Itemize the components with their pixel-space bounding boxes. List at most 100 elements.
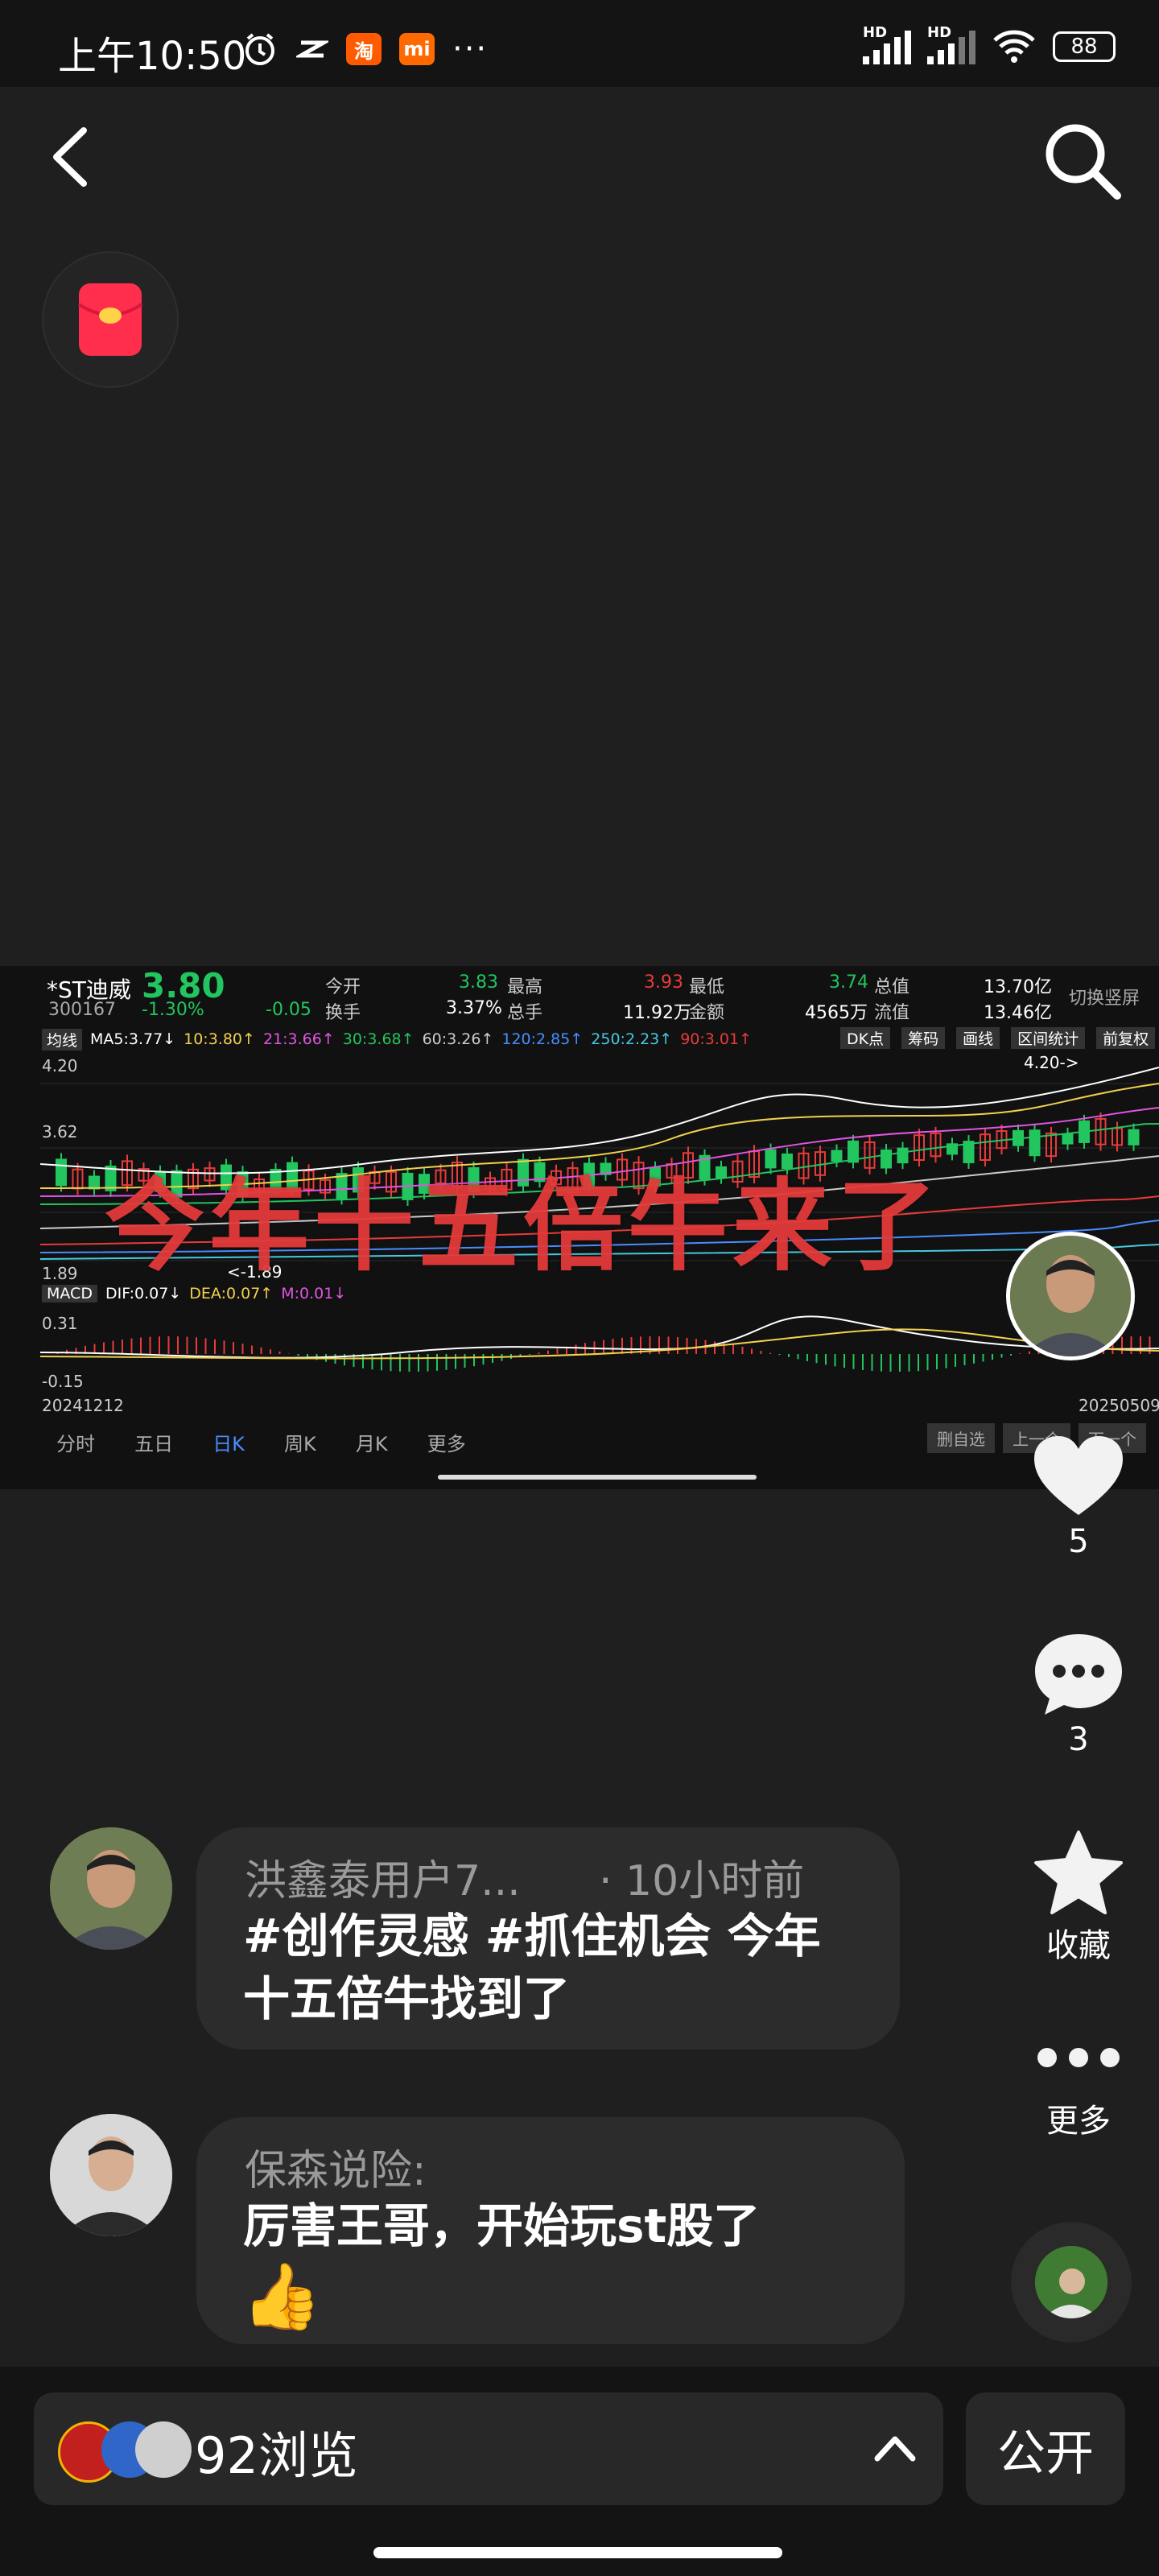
xiaomi-badge: mi <box>399 33 435 65</box>
thumbs-up-icon: 👍 <box>241 2259 322 2334</box>
more-dots-icon <box>1037 2048 1120 2067</box>
music-disc[interactable] <box>1011 2222 1132 2343</box>
ma90: 90:3.01↑ <box>680 1030 752 1048</box>
tab-intraday: 分时 <box>56 1433 95 1455</box>
open-value: 3.83 <box>459 972 498 993</box>
like-count: 5 <box>1068 1523 1089 1560</box>
ma250: 250:2.23↑ <box>591 1030 673 1048</box>
favorite-button[interactable]: 收藏 <box>1014 1829 1143 1966</box>
video-progress-bar <box>438 1475 757 1480</box>
ma60: 60:3.26↑ <box>422 1030 494 1048</box>
comment-avatar-2[interactable] <box>50 2114 172 2236</box>
mail-icon <box>296 40 328 58</box>
ma120: 120:2.85↑ <box>501 1030 584 1048</box>
total-value-label: 总值 <box>874 977 910 997</box>
tool-draw: 画线 <box>956 1027 1000 1049</box>
ma10: 10:3.80↑ <box>184 1030 255 1048</box>
high-label: 最高 <box>507 977 543 997</box>
battery-indicator: 88 <box>1053 31 1116 62</box>
amount-label: 金额 <box>689 1003 725 1023</box>
taobao-badge: 淘 <box>346 33 382 65</box>
total-value: 13.70亿 <box>984 977 1052 997</box>
comment-icon <box>1035 1634 1122 1715</box>
stock-code: 300167 <box>48 1000 116 1020</box>
float-label: 流值 <box>874 1003 910 1023</box>
axis-top: 4.20 <box>42 1056 78 1075</box>
viewer-avatar-3 <box>135 2421 192 2478</box>
turnover-value: 3.37% <box>446 998 502 1018</box>
status-bar: 上午10:50 淘 mi ··· HD HD 88 <box>0 0 1159 87</box>
comment-bubble-1[interactable]: 洪鑫泰用户7... · 10小时前 #创作灵感 #抓住机会 今年 十五倍牛找到了 <box>196 1827 900 2050</box>
volume-value: 11.92万 <box>623 1003 691 1023</box>
more-button[interactable]: 更多 <box>1014 2041 1143 2141</box>
like-button[interactable]: 5 <box>1014 1433 1143 1560</box>
ma21: 21:3.66↑ <box>262 1030 335 1048</box>
low-label: 最低 <box>689 977 725 997</box>
ma-line-label: 均线 <box>42 1028 83 1051</box>
tab-more: 更多 <box>427 1433 466 1455</box>
status-notification-icons: 淘 mi ··· <box>241 31 488 68</box>
author-avatar[interactable] <box>1006 1232 1135 1360</box>
home-indicator[interactable] <box>373 2547 782 2558</box>
signal-icon-2: HD <box>927 24 975 64</box>
tab-monthly: 月K <box>355 1433 388 1455</box>
back-icon[interactable] <box>42 121 98 193</box>
comment-text-2: 厉害王哥，开始玩st股了 <box>243 2198 761 2253</box>
date-start: 20241212 <box>42 1396 124 1415</box>
comment-count: 3 <box>1068 1721 1089 1758</box>
turnover-label: 换手 <box>325 1003 361 1023</box>
switch-portrait-button: 切换竖屏 <box>1069 989 1140 1009</box>
tool-chips: 筹码 <box>901 1027 946 1049</box>
tab-five-day: 五日 <box>134 1433 174 1455</box>
comment-author-1: 洪鑫泰用户7... <box>245 1857 521 1905</box>
status-right: HD HD 88 <box>863 24 1116 64</box>
high-value: 3.93 <box>644 972 683 993</box>
amount-value: 4565万 <box>805 1003 868 1023</box>
open-label: 今开 <box>325 977 361 997</box>
signal-icon-1: HD <box>863 24 911 64</box>
tool-interval: 区间统计 <box>1011 1027 1086 1049</box>
macd-label: MACD <box>42 1285 97 1302</box>
stock-change: -0.05 <box>266 1000 311 1020</box>
wifi-icon <box>993 30 1035 63</box>
comment-button[interactable]: 3 <box>1014 1629 1143 1758</box>
axis-low: 1.89 <box>42 1264 78 1283</box>
favorite-label: 收藏 <box>1046 1927 1111 1964</box>
comment-text-1b: 十五倍牛找到了 <box>243 1971 571 2026</box>
comment-time-1: · 10小时前 <box>599 1857 805 1905</box>
alarm-icon <box>245 33 274 65</box>
low-value: 3.74 <box>829 972 868 993</box>
heart-icon <box>1034 1436 1123 1515</box>
ma5: MA5:3.77↓ <box>90 1030 176 1048</box>
star-icon <box>1034 1831 1123 1914</box>
tab-weekly: 周K <box>284 1433 316 1455</box>
date-end: 20250509 <box>1079 1396 1159 1415</box>
ma30: 30:3.68↑ <box>342 1030 415 1048</box>
comment-author-2: 保森说险: <box>245 2147 427 2195</box>
axis-mid: 3.62 <box>42 1122 78 1141</box>
more-label: 更多 <box>1046 2103 1111 2140</box>
public-button[interactable]: 公开 <box>966 2392 1125 2505</box>
float-value: 13.46亿 <box>984 1003 1052 1023</box>
comment-bubble-2[interactable]: 保森说险: 厉害王哥，开始玩st股了 👍 <box>196 2117 905 2344</box>
overlay-caption: 今年十五倍牛来了 <box>105 1169 942 1285</box>
red-envelope-icon <box>77 283 143 356</box>
views-bar[interactable]: 92浏览 <box>34 2392 943 2505</box>
comment-avatar-1[interactable] <box>50 1827 172 1950</box>
views-count: 92浏览 <box>195 2426 358 2485</box>
chart-tool-buttons: DK点 筹码 画线 区间统计 前复权 <box>840 1027 1156 1049</box>
remove-watch-button: 删自选 <box>927 1423 995 1453</box>
tool-adjust: 前复权 <box>1096 1027 1156 1049</box>
chevron-up-icon[interactable] <box>872 2428 918 2470</box>
comment-text-1a: #创作灵感 #抓住机会 今年 <box>243 1909 821 1963</box>
high-marker: 4.20-> <box>1024 1053 1079 1072</box>
macd-plot <box>40 1315 1159 1372</box>
status-time: 上午10:50 <box>58 34 247 79</box>
music-cover-icon <box>1035 2246 1107 2318</box>
search-icon[interactable] <box>1038 117 1127 205</box>
period-tabs: 分时 五日 日K 周K 月K 更多 <box>56 1428 501 1456</box>
stock-change-pct: -1.30% <box>142 1000 204 1020</box>
tool-dk: DK点 <box>840 1027 891 1049</box>
red-packet-button[interactable] <box>42 251 179 388</box>
tab-daily: 日K <box>212 1433 245 1455</box>
